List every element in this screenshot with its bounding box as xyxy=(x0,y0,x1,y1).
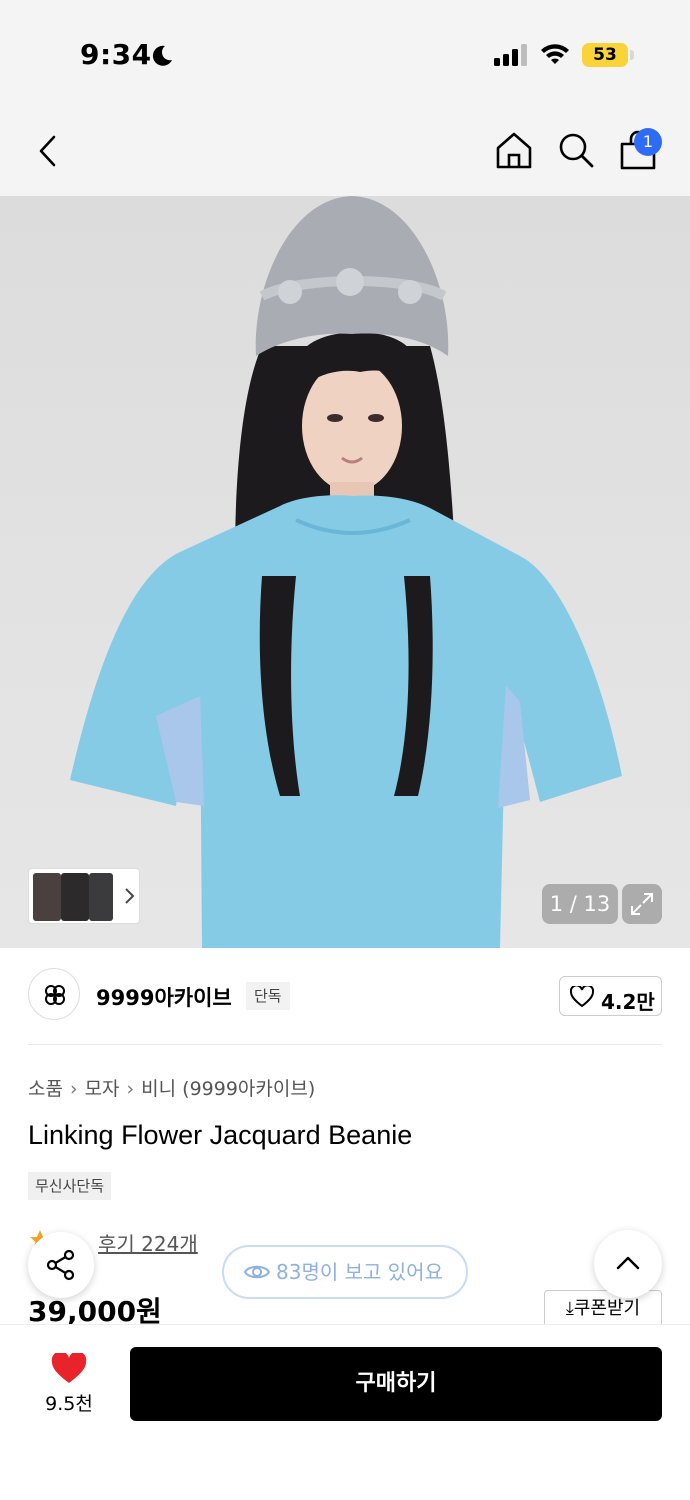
expand-icon[interactable] xyxy=(622,884,662,924)
top-nav-bar: 1 xyxy=(0,100,690,196)
search-icon[interactable] xyxy=(556,130,596,174)
home-icon[interactable] xyxy=(494,130,534,174)
cart-count-badge: 1 xyxy=(634,128,662,156)
brand-name[interactable]: 9999아카이브 xyxy=(96,982,232,1012)
chevron-up-icon xyxy=(616,1256,640,1270)
wifi-icon xyxy=(540,42,570,70)
bottom-action-bar: 9.5천 구매하기 xyxy=(0,1324,690,1500)
status-bar: 9:34 53 xyxy=(0,0,690,100)
product-photo xyxy=(70,196,622,948)
musinsa-exclusive-badge: 무신사단독 xyxy=(28,1172,112,1200)
breadcrumb-item[interactable]: 비니 (9999아카이브) xyxy=(141,1078,315,1100)
viewers-count-pill: 83명이 보고 있어요 xyxy=(222,1245,468,1299)
download-icon: ⤓ xyxy=(565,1298,574,1319)
chevron-right-icon[interactable] xyxy=(123,887,135,909)
thumbnail-strip[interactable] xyxy=(28,868,140,924)
share-icon xyxy=(46,1249,75,1281)
coupon-label: 쿠폰받기 xyxy=(573,1298,641,1319)
divider xyxy=(28,1044,662,1045)
chevron-right-icon: › xyxy=(69,1078,78,1100)
status-time: 9:34 xyxy=(80,38,152,71)
breadcrumb-item[interactable]: 소품 xyxy=(28,1078,63,1100)
brand-logo[interactable] xyxy=(28,968,80,1020)
product-title: Linking Flower Jacquard Beanie xyxy=(28,1120,413,1150)
image-counter: 1 / 13 xyxy=(542,884,618,924)
brand-like-button[interactable]: 4.2만 xyxy=(559,976,662,1016)
product-like-count: 9.5천 xyxy=(45,1393,93,1415)
back-icon[interactable] xyxy=(36,134,60,172)
chevron-right-icon: › xyxy=(126,1078,135,1100)
product-image-gallery[interactable]: 1 / 13 xyxy=(0,196,690,948)
product-like-button[interactable]: 9.5천 xyxy=(36,1349,102,1419)
buy-button[interactable]: 구매하기 xyxy=(130,1347,662,1421)
scroll-to-top-button[interactable] xyxy=(594,1230,662,1298)
battery-cap xyxy=(630,50,634,60)
viewers-text: 83명이 보고 있어요 xyxy=(276,1260,443,1284)
moon-icon xyxy=(150,44,174,72)
battery-indicator: 53 xyxy=(582,43,628,67)
review-count-link[interactable]: 후기 224개 xyxy=(98,1228,198,1257)
brand-row: 9999아카이브 단독 4.2만 xyxy=(28,968,662,1024)
brand-like-count: 4.2만 xyxy=(601,990,655,1014)
share-button[interactable] xyxy=(28,1232,94,1298)
coupon-download-button[interactable]: ⤓쿠폰받기 xyxy=(544,1290,662,1328)
breadcrumb-item[interactable]: 모자 xyxy=(85,1078,120,1100)
heart-icon xyxy=(51,1353,87,1383)
eye-icon xyxy=(244,1265,270,1279)
exclusive-badge: 단독 xyxy=(246,982,290,1010)
cellular-signal-icon xyxy=(494,44,528,70)
thumbnail-image[interactable] xyxy=(89,873,113,921)
breadcrumb: 소품 › 모자 › 비니 (9999아카이브) xyxy=(28,1074,315,1101)
thumbnail-image[interactable] xyxy=(33,873,61,921)
thumbnail-image[interactable] xyxy=(61,873,89,921)
